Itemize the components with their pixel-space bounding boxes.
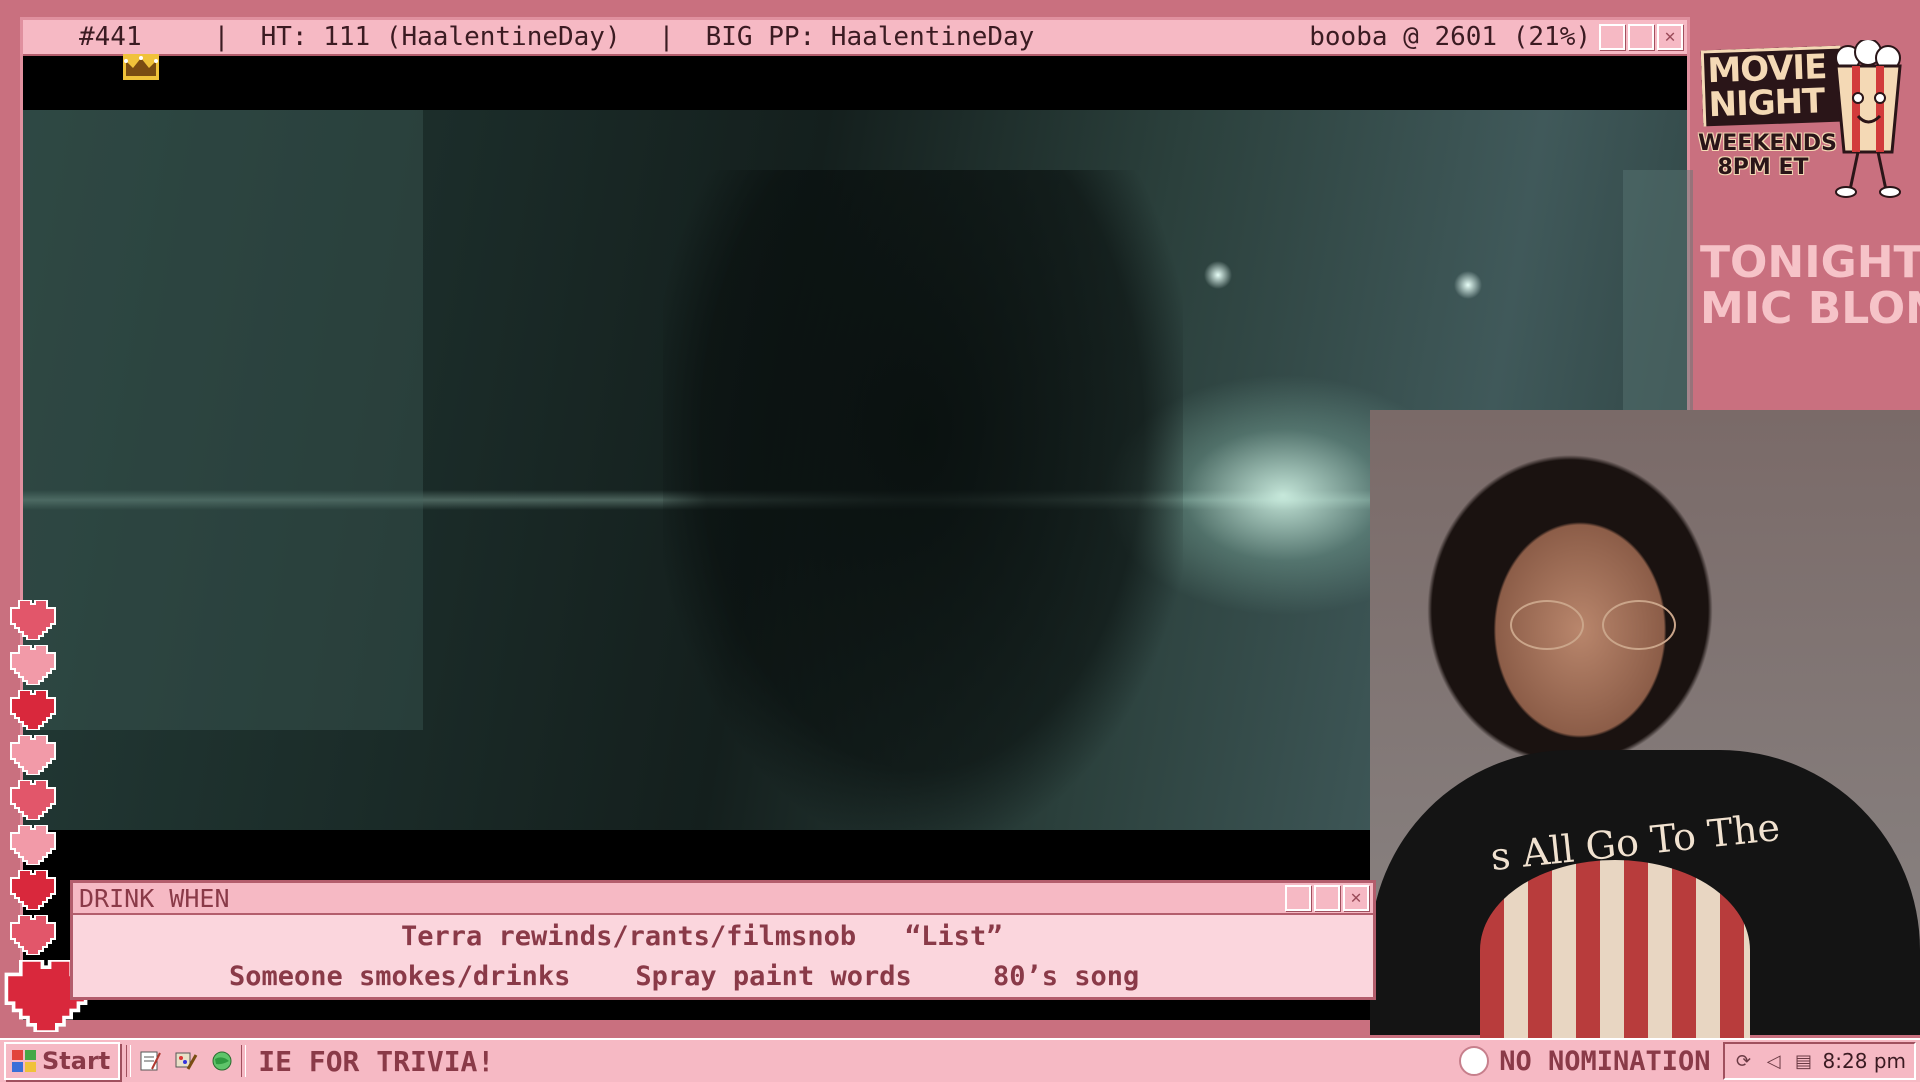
hearts-meter xyxy=(4,600,88,1032)
notepad-icon[interactable] xyxy=(137,1048,163,1074)
webcam-feed: s All Go To The xyxy=(1370,410,1920,1040)
close-button[interactable]: ✕ xyxy=(1657,24,1683,50)
logo-subtitle-line1: WEEKENDS xyxy=(1698,131,1837,156)
nomination-radio-icon xyxy=(1459,1046,1490,1076)
nomination-status: NO NOMINATION xyxy=(1459,1045,1711,1077)
movie-night-logo: MOVIE NIGHT WEEKENDS 8PM ET xyxy=(1698,38,1913,200)
ht-status: | HT: 111 (HaalentineDay) xyxy=(213,22,621,52)
start-label: Start xyxy=(42,1047,111,1075)
drink-minimize-button[interactable] xyxy=(1285,885,1311,911)
drink-window-title: DRINK WHEN xyxy=(79,883,230,913)
logo-subtitle-line2: 8PM ET xyxy=(1717,155,1809,180)
heart-icon xyxy=(10,780,56,820)
glasses xyxy=(1510,600,1680,650)
tonight-announcement: TONIGHT: MIC BLOND xyxy=(1700,240,1920,332)
globe-icon[interactable] xyxy=(209,1048,235,1074)
start-button[interactable]: Start xyxy=(4,1042,121,1080)
heart-icon xyxy=(10,915,56,955)
system-tray: ⟳ ◁ ▤ 8:28 pm xyxy=(1722,1042,1916,1080)
tonight-line2: MIC BLOND xyxy=(1700,283,1920,332)
heart-icon xyxy=(10,735,56,775)
volume-icon[interactable]: ◁ xyxy=(1763,1050,1785,1072)
drink-when-window: DRINK WHEN ✕ Terra rewinds/rants/filmsno… xyxy=(70,880,1376,1000)
drink-maximize-button[interactable] xyxy=(1314,885,1340,911)
taskbar-separator xyxy=(126,1045,132,1077)
episode-number: #441 xyxy=(79,22,142,52)
crown-icon xyxy=(29,24,159,80)
logo-title: MOVIE NIGHT xyxy=(1700,45,1844,127)
logo-subtitle: WEEKENDS 8PM ET xyxy=(1698,131,1837,180)
clock: 8:28 pm xyxy=(1822,1049,1906,1073)
display-icon[interactable]: ▤ xyxy=(1793,1050,1815,1072)
taskbar-separator-2 xyxy=(241,1045,247,1077)
maximize-button[interactable] xyxy=(1628,24,1654,50)
drink-rule-line2: Someone smokes/drinks Spray paint words … xyxy=(229,961,1140,992)
movie-window-titlebar[interactable]: #441 | HT: 111 (HaalentineDay) | BIG PP:… xyxy=(23,20,1687,80)
network-icon[interactable]: ⟳ xyxy=(1733,1050,1755,1072)
minimize-button[interactable] xyxy=(1599,24,1625,50)
shirt: s All Go To The xyxy=(1370,750,1920,1040)
booba-status: booba @ 2601 (21%) xyxy=(1309,22,1591,52)
shirt-print xyxy=(1480,860,1750,1040)
taskbar: Start IE FOR TRIVIA! NO NOMINATION ⟳ ◁ ▤… xyxy=(0,1038,1920,1082)
nomination-label: NO NOMINATION xyxy=(1499,1045,1711,1077)
drink-close-button[interactable]: ✕ xyxy=(1343,885,1369,911)
drink-rule-line1: Terra rewinds/rants/filmsnob “List” xyxy=(401,921,1003,952)
quick-launch xyxy=(137,1048,235,1074)
heart-icon xyxy=(10,870,56,910)
paint-icon[interactable] xyxy=(173,1048,199,1074)
big-pp-status: | BIG PP: HaalentineDay xyxy=(658,22,1035,52)
trivia-ticker: IE FOR TRIVIA! xyxy=(258,1044,495,1078)
heart-icon xyxy=(10,825,56,865)
drink-rules: Terra rewinds/rants/filmsnob “List” Some… xyxy=(73,917,1373,997)
heart-icon xyxy=(10,690,56,730)
tonight-line1: TONIGHT: xyxy=(1700,240,1920,288)
start-logo-icon xyxy=(12,1050,36,1072)
popcorn-mascot-icon xyxy=(1828,38,1908,200)
drink-window-titlebar[interactable]: DRINK WHEN ✕ xyxy=(73,883,1373,915)
heart-icon xyxy=(10,600,56,640)
heart-icon xyxy=(10,645,56,685)
